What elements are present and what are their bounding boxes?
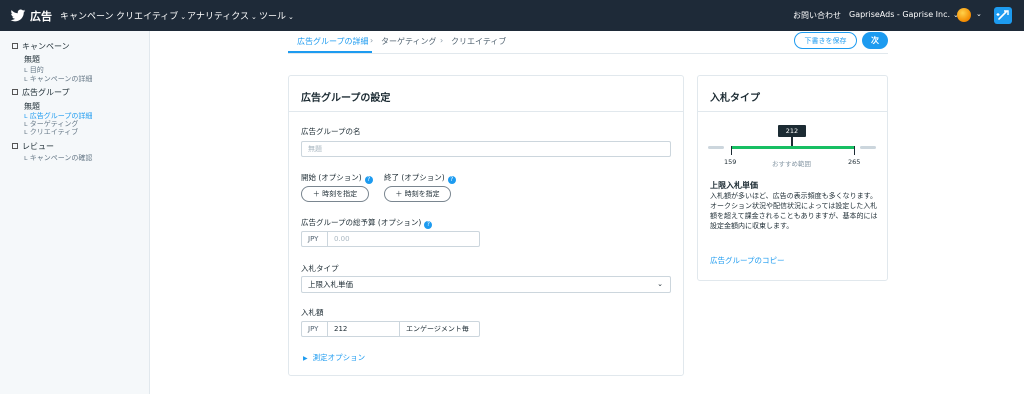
save-draft-button[interactable]: 下書きを保存 <box>794 32 857 49</box>
bid-type-panel: 入札タイプ 159 265 おすすめ範囲 212 上限入札単価 入札額が多いほど… <box>697 75 888 281</box>
divider <box>698 111 887 112</box>
help-icon[interactable]: ? <box>424 221 433 229</box>
sidebar-item-campaign-details[interactable]: ʟ キャンペーンの詳細 <box>24 74 92 84</box>
ad-group-settings-card: 広告グループの設定 広告グループの名 無題 開始 (オプション)? 終了 (オプ… <box>288 75 684 376</box>
currency-label: JPY <box>302 322 328 336</box>
slider-track-right <box>860 146 876 149</box>
sidebar-section-label: レビュー <box>22 142 54 151</box>
chevron-down-icon: ⌄ <box>251 13 257 21</box>
start-label-text: 開始 (オプション) <box>301 173 362 182</box>
input-placeholder: 無題 <box>308 145 322 153</box>
ad-group-name-label: 広告グループの名 <box>301 127 361 136</box>
chevron-down-icon: ⌄ <box>657 280 663 288</box>
chevron-right-icon: › <box>440 36 444 45</box>
section-icon <box>12 89 18 95</box>
caret-right-icon: ▶ <box>303 355 308 362</box>
start-set-time-button[interactable]: ＋ 時刻を指定 <box>301 186 369 202</box>
nav-campaigns-label: キャンペーン <box>60 12 114 22</box>
sidebar-item-label: クリエイティブ <box>29 128 79 136</box>
budget-label-text: 広告グループの総予算 (オプション) <box>301 218 422 227</box>
bid-type-heading: 上限入札単価 <box>710 181 758 190</box>
sidebar-item-label: キャンペーンの確認 <box>29 154 93 162</box>
panel-title: 入札タイプ <box>710 93 760 104</box>
tab-ad-group-details[interactable]: 広告グループの詳細 <box>297 36 369 47</box>
nav-creatives-label: クリエイティブ <box>116 12 179 22</box>
next-button[interactable]: 次 <box>862 32 888 49</box>
bid-type-label: 入札タイプ <box>301 264 339 273</box>
compose-icon <box>996 10 1009 20</box>
bid-unit-label: エンゲージメント毎 <box>406 325 469 333</box>
bid-type-value: 上限入札単価 <box>308 280 353 289</box>
end-set-time-button[interactable]: ＋ 時刻を指定 <box>384 186 451 202</box>
end-label: 終了 (オプション)? <box>384 172 456 184</box>
currency-label: JPY <box>302 232 328 246</box>
help-icon[interactable]: ? <box>447 176 456 184</box>
end-label-text: 終了 (オプション) <box>384 173 445 182</box>
nav-analytics-label: アナリティクス <box>187 12 250 22</box>
tab-creative[interactable]: クリエイティブ <box>451 36 506 47</box>
compose-button[interactable] <box>994 7 1012 24</box>
copy-ad-group-link[interactable]: 広告グループのコピー <box>710 255 785 266</box>
chevron-down-icon: ⌄ <box>180 13 187 21</box>
range-max-tick <box>854 146 855 155</box>
measurement-options-link[interactable]: ▶ 測定オプション <box>303 352 365 363</box>
tab-targeting[interactable]: ターゲティング <box>381 36 437 47</box>
measurement-options-label: 測定オプション <box>312 353 366 362</box>
bid-amount-field[interactable]: JPY 212 エンゲージメント毎 <box>301 321 480 337</box>
brand[interactable]: 広告 <box>10 7 52 24</box>
card-title: 広告グループの設定 <box>301 93 391 104</box>
bid-amount-label: 入札額 <box>301 308 324 317</box>
section-icon <box>12 143 18 149</box>
nav-campaigns[interactable]: キャンペーン <box>60 9 114 22</box>
recommended-range-label: おすすめ範囲 <box>772 160 811 168</box>
ad-group-name-input[interactable]: 無題 <box>301 141 671 157</box>
budget-input[interactable]: 0.00 <box>328 232 479 246</box>
account-switcher[interactable]: GapriseAds - Gaprise Inc. ⌄ <box>849 10 959 19</box>
avatar[interactable] <box>957 8 971 22</box>
sidebar-section-review[interactable]: レビュー <box>12 141 54 152</box>
sidebar-item-label: キャンペーンの詳細 <box>29 75 93 83</box>
current-bid-marker[interactable]: 212 <box>778 125 806 137</box>
range-min-label: 159 <box>724 158 737 166</box>
range-min-tick <box>731 146 732 155</box>
chevron-down-icon[interactable]: ⌄ <box>976 10 982 18</box>
brand-label: 広告 <box>30 9 52 23</box>
chevron-down-icon: ⌄ <box>288 13 294 21</box>
account-name: GapriseAds - Gaprise Inc. <box>849 10 951 19</box>
budget-label: 広告グループの総予算 (オプション)? <box>301 217 433 229</box>
sidebar-item-creative[interactable]: ʟ クリエイティブ <box>24 127 78 137</box>
sidebar-item-campaign-review[interactable]: ʟ キャンペーンの確認 <box>24 153 92 163</box>
nav-creatives[interactable]: クリエイティブ ⌄ <box>116 9 186 22</box>
current-bid-marker-stem <box>791 137 793 146</box>
sidebar-section-label: キャンペーン <box>22 42 70 51</box>
sidebar-item-campaign-name[interactable]: 無題 <box>24 54 40 65</box>
start-label: 開始 (オプション)? <box>301 172 373 184</box>
section-icon <box>12 43 18 49</box>
recommended-range-bar <box>731 146 855 149</box>
nav-tools[interactable]: ツール ⌄ <box>259 9 294 22</box>
divider <box>288 53 888 54</box>
bid-amount-input[interactable]: 212 <box>328 322 400 336</box>
slider-track-left <box>708 146 724 149</box>
bird-logo-icon <box>10 9 26 21</box>
sidebar-section-ad-group[interactable]: 広告グループ <box>12 87 70 98</box>
top-navigation-bar: 広告 キャンペーン クリエイティブ ⌄ アナリティクス ⌄ ツール ⌄ お問い合わせ … <box>0 0 1024 31</box>
bid-type-select[interactable]: 上限入札単価 ⌄ <box>301 276 671 293</box>
nav-tools-label: ツール <box>259 12 287 22</box>
sidebar-section-label: 広告グループ <box>22 88 70 97</box>
sidebar-section-campaign[interactable]: キャンペーン <box>12 41 70 52</box>
bid-type-description: 入札額が多いほど、広告の表示頻度も多くなります。オークション状況や配信状況によっ… <box>710 192 878 230</box>
contact-link[interactable]: お問い合わせ <box>793 10 841 21</box>
range-max-label: 265 <box>848 158 861 166</box>
budget-field[interactable]: JPY 0.00 <box>301 231 480 247</box>
chevron-right-icon: › <box>370 36 374 45</box>
sidebar-item-label: 目的 <box>29 66 44 74</box>
divider <box>289 111 683 112</box>
help-icon[interactable]: ? <box>364 176 373 184</box>
nav-analytics[interactable]: アナリティクス ⌄ <box>187 9 257 22</box>
sidebar <box>0 31 150 394</box>
